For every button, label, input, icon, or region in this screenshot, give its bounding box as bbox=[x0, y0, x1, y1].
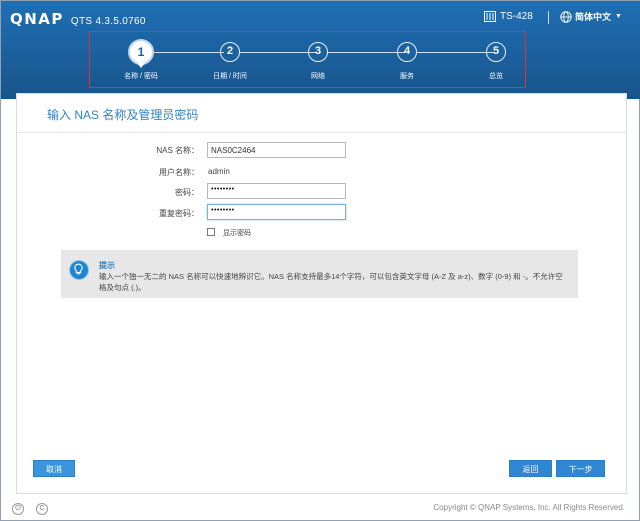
next-button[interactable]: 下一步 bbox=[556, 460, 605, 477]
step-1-label: 名称 / 密码 bbox=[124, 73, 158, 80]
step-connector bbox=[239, 52, 317, 53]
tip-title: 提示 bbox=[99, 261, 115, 270]
header-divider bbox=[548, 11, 549, 24]
show-password-checkbox[interactable] bbox=[207, 228, 215, 236]
globe-icon bbox=[560, 10, 572, 23]
power-icon[interactable]: ⏻ bbox=[12, 503, 24, 515]
active-step-pointer bbox=[137, 63, 145, 68]
step-5-circle: 5 bbox=[486, 42, 506, 62]
copyright: Copyright © QNAP Systems, Inc. All Right… bbox=[433, 503, 625, 512]
top-header: QNAP QTS 4.3.5.0760 TS-428 简体中文 ▼ 1 2 3 … bbox=[1, 1, 640, 99]
step-3-label: 网络 bbox=[311, 73, 325, 80]
cancel-button[interactable]: 取消 bbox=[33, 460, 75, 477]
caret-down-icon: ▼ bbox=[615, 13, 622, 20]
language-label: 简体中文 bbox=[575, 12, 612, 22]
wizard-steps: 1 2 3 4 5 名称 / 密码 日期 / 时间 网络 服务 总览 bbox=[89, 31, 526, 88]
confirm-password-label: 重复密码： bbox=[159, 209, 199, 218]
password-label: 密码： bbox=[175, 188, 199, 197]
back-button[interactable]: 返回 bbox=[509, 460, 552, 477]
page-title: 输入 NAS 名称及管理员密码 bbox=[47, 108, 199, 122]
step-connector bbox=[328, 52, 406, 53]
os-version: QTS 4.3.5.0760 bbox=[70, 16, 146, 27]
language-selector[interactable]: 简体中文 ▼ bbox=[560, 10, 622, 23]
model-name: TS-428 bbox=[500, 11, 533, 22]
tip-box: 提示 输入一个独一无二的 NAS 名称可以快速地辨识它。NAS 名称支持最多14… bbox=[61, 250, 578, 298]
step-5-label: 总览 bbox=[489, 73, 503, 80]
qnap-logo: QNAP bbox=[10, 10, 64, 28]
password-input[interactable] bbox=[207, 183, 346, 199]
lightbulb-icon bbox=[69, 260, 89, 280]
device-model: TS-428 bbox=[484, 11, 533, 22]
username-label: 用户名称： bbox=[159, 168, 199, 177]
step-4-label: 服务 bbox=[400, 73, 414, 80]
step-4-circle: 4 bbox=[397, 42, 417, 62]
step-1-circle: 1 bbox=[128, 39, 154, 65]
confirm-password-input[interactable] bbox=[207, 204, 346, 220]
step-connector bbox=[417, 52, 495, 53]
show-password-label: 显示密码 bbox=[223, 230, 251, 237]
tip-body: 输入一个独一无二的 NAS 名称可以快速地辨识它。NAS 名称支持最多14个字符… bbox=[99, 272, 563, 292]
nas-name-input[interactable] bbox=[207, 142, 346, 158]
server-icon bbox=[484, 11, 496, 22]
username-value: admin bbox=[208, 167, 230, 176]
nas-name-label: NAS 名称： bbox=[156, 146, 199, 155]
title-divider bbox=[17, 132, 626, 133]
step-2-label: 日期 / 时间 bbox=[213, 73, 247, 80]
step-3-circle: 3 bbox=[308, 42, 328, 62]
wizard-card: 输入 NAS 名称及管理员密码 NAS 名称： 用户名称： admin 密码： … bbox=[16, 93, 627, 494]
restart-icon[interactable]: C bbox=[36, 503, 48, 515]
step-2-circle: 2 bbox=[220, 42, 240, 62]
brand: QNAP QTS 4.3.5.0760 bbox=[10, 10, 146, 28]
step-connector bbox=[152, 52, 224, 53]
